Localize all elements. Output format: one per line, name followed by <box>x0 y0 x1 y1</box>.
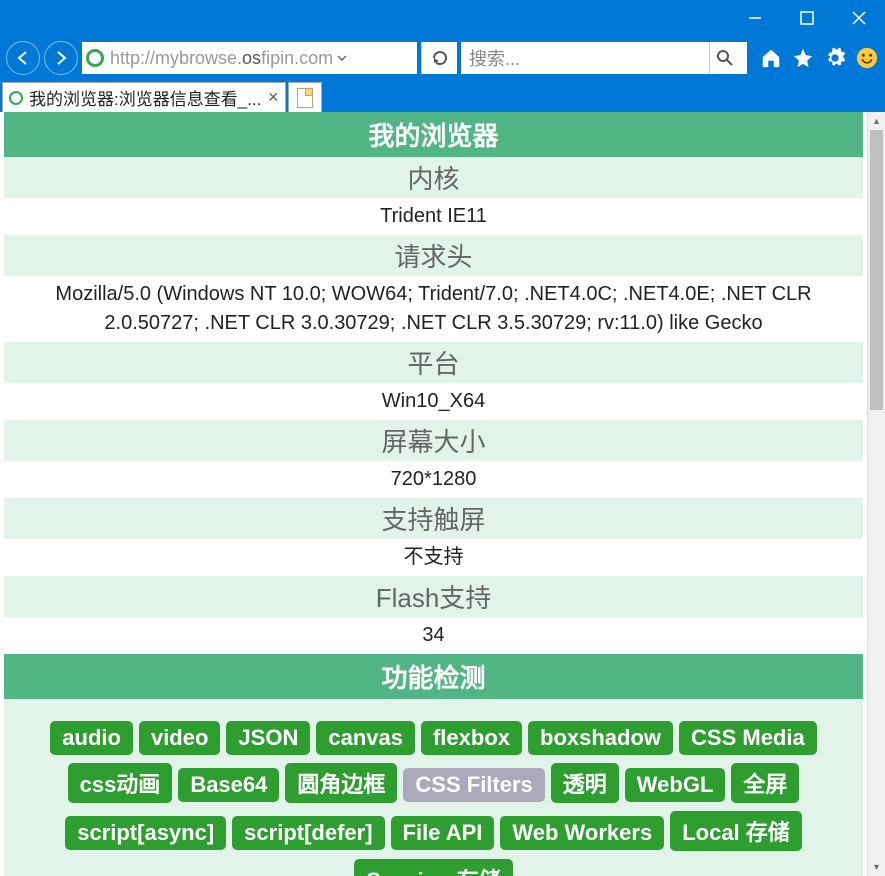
tab-bar: 我的浏览器:浏览器信息查看_... ✕ <box>0 80 885 112</box>
tab-close-button[interactable]: ✕ <box>267 89 279 106</box>
scroll-up-icon[interactable]: ▴ <box>868 112 885 130</box>
window-titlebar <box>0 0 885 36</box>
feature-badge: css动画 <box>68 763 173 803</box>
page-content: 我的浏览器 内核Trident IE11请求头Mozilla/5.0 (Wind… <box>0 112 867 876</box>
info-row-label: 内核 <box>4 157 863 198</box>
feature-badge: script[defer] <box>232 816 384 850</box>
info-row-value: Trident IE11 <box>4 198 863 235</box>
feature-badge: Base64 <box>178 768 279 802</box>
new-tab-button[interactable] <box>288 82 322 112</box>
settings-icon[interactable] <box>823 46 847 70</box>
address-dropdown-icon[interactable] <box>333 53 351 63</box>
feature-badge: JSON <box>226 721 310 755</box>
home-icon[interactable] <box>759 46 783 70</box>
info-row-value: 34 <box>4 617 863 654</box>
feature-badge: Web Workers <box>500 816 664 850</box>
info-row-value: Win10_X64 <box>4 383 863 420</box>
refresh-button[interactable] <box>421 42 457 74</box>
favorites-icon[interactable] <box>791 46 815 70</box>
feature-badge: flexbox <box>421 721 522 755</box>
feature-badge: CSS Filters <box>403 768 544 802</box>
viewport: 我的浏览器 内核Trident IE11请求头Mozilla/5.0 (Wind… <box>0 112 885 876</box>
window-maximize-button[interactable] <box>781 0 833 36</box>
info-row-label: Flash支持 <box>4 576 863 617</box>
feature-badge: Session 存储 <box>354 859 512 876</box>
window-minimize-button[interactable] <box>729 0 781 36</box>
page-title: 我的浏览器 <box>4 112 863 157</box>
address-bar[interactable]: http://mybrowse.osfipin.com <box>82 42 417 74</box>
toolbar-icons <box>751 46 879 70</box>
feature-badge: 全屏 <box>731 763 799 803</box>
tab-favicon-icon <box>9 91 23 105</box>
info-row-label: 平台 <box>4 342 863 383</box>
info-row-label: 支持触屏 <box>4 498 863 539</box>
url-text: http://mybrowse.osfipin.com <box>110 48 333 69</box>
smiley-icon[interactable] <box>855 46 879 70</box>
browser-toolbar: http://mybrowse.osfipin.com 搜索... <box>0 36 885 80</box>
feature-badge: canvas <box>316 721 415 755</box>
search-button[interactable] <box>709 42 739 74</box>
back-button[interactable] <box>6 41 40 75</box>
info-row-label: 屏幕大小 <box>4 420 863 461</box>
feature-badge: video <box>139 721 220 755</box>
feature-badge: 透明 <box>551 763 619 803</box>
feature-badge: WebGL <box>625 768 726 802</box>
feature-badge: Local 存储 <box>670 811 802 851</box>
new-tab-icon <box>297 88 313 108</box>
info-row-label: 请求头 <box>4 235 863 276</box>
feature-badge: script[async] <box>65 816 226 850</box>
feature-badge: audio <box>50 721 133 755</box>
info-row-value: 不支持 <box>4 539 863 576</box>
vertical-scrollbar[interactable]: ▴ ▾ <box>867 112 885 876</box>
search-placeholder: 搜索... <box>469 45 709 71</box>
forward-button[interactable] <box>44 41 78 75</box>
tab-title: 我的浏览器:浏览器信息查看_... <box>29 85 261 110</box>
features-box: audiovideoJSONcanvasflexboxboxshadowCSS … <box>4 699 863 876</box>
feature-badge: 圆角边框 <box>285 763 397 803</box>
scrollbar-thumb[interactable] <box>870 130 883 410</box>
scroll-down-icon[interactable]: ▾ <box>868 858 885 876</box>
site-favicon-icon <box>86 49 104 67</box>
feature-badge: CSS Media <box>679 721 817 755</box>
info-row-value: Mozilla/5.0 (Windows NT 10.0; WOW64; Tri… <box>4 276 863 342</box>
feature-badge: boxshadow <box>528 721 673 755</box>
info-row-value: 720*1280 <box>4 461 863 498</box>
features-title: 功能检测 <box>4 654 863 699</box>
feature-badge: File API <box>391 816 495 850</box>
window-close-button[interactable] <box>833 0 885 36</box>
search-bar[interactable]: 搜索... <box>461 42 747 74</box>
tab-active[interactable]: 我的浏览器:浏览器信息查看_... ✕ <box>2 82 286 112</box>
